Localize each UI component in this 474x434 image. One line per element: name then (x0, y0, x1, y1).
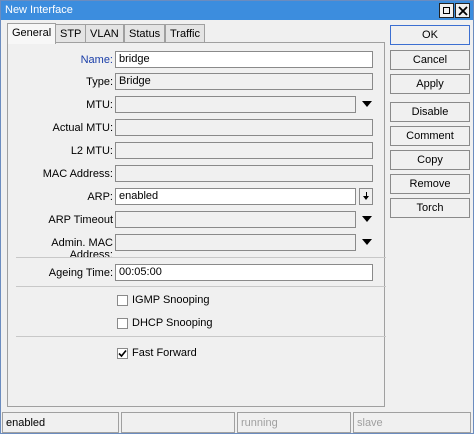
l2-mtu-label: L2 MTU: (70, 145, 113, 157)
maximize-icon (443, 7, 450, 14)
admin-mac-field[interactable] (115, 234, 356, 251)
l2-mtu-field (115, 142, 373, 159)
mtu-field[interactable] (115, 96, 356, 113)
tab-stp[interactable]: STP (55, 24, 87, 43)
ageing-time-input[interactable]: 00:05:00 (115, 264, 373, 281)
maximize-button[interactable] (439, 3, 454, 18)
title-bar[interactable]: New Interface (1, 1, 473, 20)
tab-general[interactable]: General (7, 23, 57, 44)
igmp-snooping-checkbox[interactable] (117, 295, 128, 306)
status-slave: slave (353, 412, 471, 433)
new-interface-window: New Interface General STP VLAN Status Tr… (0, 0, 474, 434)
actual-mtu-field (115, 119, 373, 136)
disable-button[interactable]: Disable (390, 102, 470, 122)
status-running: running (237, 412, 351, 433)
name-input[interactable]: bridge (115, 51, 373, 68)
separator (16, 257, 386, 258)
status-bar: enabled running slave (1, 412, 473, 434)
comment-button[interactable]: Comment (390, 126, 470, 146)
fast-forward-label: Fast Forward (132, 347, 197, 359)
status-empty (121, 412, 235, 433)
apply-button[interactable]: Apply (390, 74, 470, 94)
tab-traffic[interactable]: Traffic (165, 24, 205, 43)
separator (16, 286, 386, 287)
arp-timeout-dropdown-icon[interactable] (362, 216, 372, 222)
arp-dropdown-button[interactable] (359, 188, 373, 205)
remove-button[interactable]: Remove (390, 174, 470, 194)
dhcp-snooping-checkbox[interactable] (117, 318, 128, 329)
arp-timeout-label: ARP Timeout (48, 214, 113, 226)
type-field: Bridge (115, 73, 373, 90)
status-enabled: enabled (2, 412, 119, 433)
ageing-time-label: Ageing Time: (48, 267, 113, 279)
arp-label: ARP: (87, 191, 113, 203)
cancel-button[interactable]: Cancel (390, 50, 470, 70)
mtu-dropdown-icon[interactable] (362, 101, 372, 107)
separator (16, 336, 386, 337)
name-label: Name: (80, 54, 113, 66)
close-icon (458, 6, 468, 16)
type-label: Type: (86, 76, 113, 88)
mac-address-field (115, 165, 373, 182)
tab-vlan[interactable]: VLAN (85, 24, 124, 43)
copy-button[interactable]: Copy (390, 150, 470, 170)
tab-status[interactable]: Status (124, 24, 166, 43)
arp-dropdown-arrow-icon (363, 196, 369, 200)
ok-button[interactable]: OK (390, 25, 470, 45)
checkmark-icon (118, 349, 127, 358)
arp-timeout-field[interactable] (115, 211, 356, 228)
mtu-label: MTU: (86, 99, 113, 111)
torch-button[interactable]: Torch (390, 198, 470, 218)
dhcp-snooping-label: DHCP Snooping (132, 317, 213, 329)
igmp-snooping-label: IGMP Snooping (132, 294, 210, 306)
actual-mtu-label: Actual MTU: (52, 122, 113, 134)
admin-mac-dropdown-icon[interactable] (362, 239, 372, 245)
window-title: New Interface (5, 4, 73, 16)
arp-select[interactable]: enabled (115, 188, 356, 205)
general-panel: Name: bridge Type: Bridge MTU: Actual MT… (7, 42, 386, 407)
mac-address-label: MAC Address: (42, 168, 113, 180)
close-button[interactable] (455, 3, 470, 18)
fast-forward-checkbox[interactable] (117, 348, 128, 359)
